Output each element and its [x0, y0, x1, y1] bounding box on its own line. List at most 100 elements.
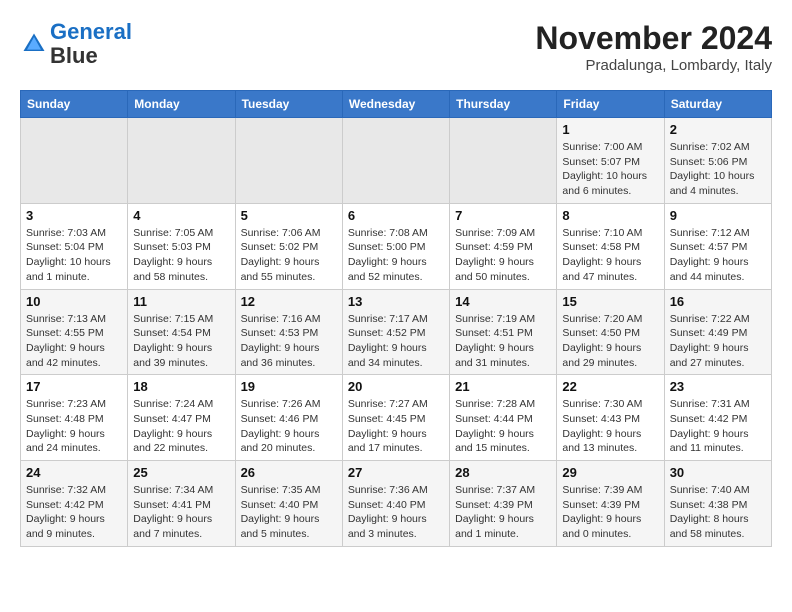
calendar-cell: 7 Sunrise: 7:09 AM Sunset: 4:59 PM Daylig…	[450, 203, 557, 289]
day-info: Sunrise: 7:08 AM Sunset: 5:00 PM Dayligh…	[348, 226, 444, 285]
weekday-header-thursday: Thursday	[450, 91, 557, 118]
calendar-cell: 22Sunrise: 7:30 AM Sunset: 4:43 PM Dayli…	[557, 375, 664, 461]
day-number: 2	[670, 122, 766, 137]
day-info: Sunrise: 7:26 AM Sunset: 4:46 PM Dayligh…	[241, 397, 337, 456]
day-info: Sunrise: 7:15 AM Sunset: 4:54 PM Dayligh…	[133, 312, 229, 371]
location-subtitle: Pradalunga, Lombardy, Italy	[535, 57, 772, 74]
day-info: Sunrise: 7:36 AM Sunset: 4:40 PM Dayligh…	[348, 483, 444, 542]
calendar-cell: 19Sunrise: 7:26 AM Sunset: 4:46 PM Dayli…	[235, 375, 342, 461]
calendar-cell	[235, 118, 342, 204]
day-info: Sunrise: 7:22 AM Sunset: 4:49 PM Dayligh…	[670, 312, 766, 371]
calendar-cell: 10 Sunrise: 7:13 AM Sunset: 4:55 PM Dayli…	[21, 289, 128, 375]
calendar-cell: 28 Sunrise: 7:37 AM Sunset: 4:39 PM Dayli…	[450, 461, 557, 547]
day-number: 17	[26, 379, 122, 394]
day-number: 29	[562, 465, 658, 480]
logo-text: GeneralBlue	[50, 20, 132, 68]
calendar-cell: 26 Sunrise: 7:35 AM Sunset: 4:40 PM Dayli…	[235, 461, 342, 547]
calendar-cell: 12Sunrise: 7:16 AM Sunset: 4:53 PM Dayli…	[235, 289, 342, 375]
weekday-header-tuesday: Tuesday	[235, 91, 342, 118]
calendar-cell: 18 Sunrise: 7:24 AM Sunset: 4:47 PM Dayli…	[128, 375, 235, 461]
day-number: 18	[133, 379, 229, 394]
day-info: Sunrise: 7:00 AM Sunset: 5:07 PM Dayligh…	[562, 140, 658, 199]
day-number: 14	[455, 294, 551, 309]
logo: GeneralBlue	[20, 20, 132, 68]
calendar-cell: 9 Sunrise: 7:12 AM Sunset: 4:57 PM Daylig…	[664, 203, 771, 289]
day-number: 26	[241, 465, 337, 480]
calendar-cell: 3 Sunrise: 7:03 AM Sunset: 5:04 PM Daylig…	[21, 203, 128, 289]
calendar-week-5: 24Sunrise: 7:32 AM Sunset: 4:42 PM Dayli…	[21, 461, 772, 547]
day-number: 7	[455, 208, 551, 223]
calendar-cell	[128, 118, 235, 204]
calendar-cell: 11 Sunrise: 7:15 AM Sunset: 4:54 PM Dayli…	[128, 289, 235, 375]
weekday-header-saturday: Saturday	[664, 91, 771, 118]
calendar-cell: 8 Sunrise: 7:10 AM Sunset: 4:58 PM Daylig…	[557, 203, 664, 289]
logo-icon	[20, 30, 48, 58]
calendar-cell: 6 Sunrise: 7:08 AM Sunset: 5:00 PM Daylig…	[342, 203, 449, 289]
day-number: 10	[26, 294, 122, 309]
day-info: Sunrise: 7:34 AM Sunset: 4:41 PM Dayligh…	[133, 483, 229, 542]
calendar-cell: 13 Sunrise: 7:17 AM Sunset: 4:52 PM Dayli…	[342, 289, 449, 375]
day-number: 16	[670, 294, 766, 309]
day-number: 5	[241, 208, 337, 223]
calendar-cell: 17 Sunrise: 7:23 AM Sunset: 4:48 PM Dayli…	[21, 375, 128, 461]
day-info: Sunrise: 7:03 AM Sunset: 5:04 PM Dayligh…	[26, 226, 122, 285]
calendar-cell: 4 Sunrise: 7:05 AM Sunset: 5:03 PM Daylig…	[128, 203, 235, 289]
calendar-cell: 24Sunrise: 7:32 AM Sunset: 4:42 PM Dayli…	[21, 461, 128, 547]
calendar-cell: 1 Sunrise: 7:00 AM Sunset: 5:07 PM Daylig…	[557, 118, 664, 204]
weekday-header-monday: Monday	[128, 91, 235, 118]
day-info: Sunrise: 7:09 AM Sunset: 4:59 PM Dayligh…	[455, 226, 551, 285]
day-number: 6	[348, 208, 444, 223]
day-number: 13	[348, 294, 444, 309]
calendar-cell: 27 Sunrise: 7:36 AM Sunset: 4:40 PM Dayli…	[342, 461, 449, 547]
calendar-cell: 23Sunrise: 7:31 AM Sunset: 4:42 PM Dayli…	[664, 375, 771, 461]
day-info: Sunrise: 7:02 AM Sunset: 5:06 PM Dayligh…	[670, 140, 766, 199]
day-number: 4	[133, 208, 229, 223]
calendar-cell: 15Sunrise: 7:20 AM Sunset: 4:50 PM Dayli…	[557, 289, 664, 375]
day-info: Sunrise: 7:13 AM Sunset: 4:55 PM Dayligh…	[26, 312, 122, 371]
calendar-cell: 29 Sunrise: 7:39 AM Sunset: 4:39 PM Dayli…	[557, 461, 664, 547]
page-header: GeneralBlue November 2024 Pradalunga, Lo…	[20, 20, 772, 74]
day-info: Sunrise: 7:23 AM Sunset: 4:48 PM Dayligh…	[26, 397, 122, 456]
day-number: 9	[670, 208, 766, 223]
day-number: 27	[348, 465, 444, 480]
calendar-cell: 20 Sunrise: 7:27 AM Sunset: 4:45 PM Dayli…	[342, 375, 449, 461]
day-info: Sunrise: 7:05 AM Sunset: 5:03 PM Dayligh…	[133, 226, 229, 285]
day-info: Sunrise: 7:24 AM Sunset: 4:47 PM Dayligh…	[133, 397, 229, 456]
calendar-cell	[342, 118, 449, 204]
calendar-cell	[450, 118, 557, 204]
calendar-week-1: 1 Sunrise: 7:00 AM Sunset: 5:07 PM Daylig…	[21, 118, 772, 204]
day-number: 22	[562, 379, 658, 394]
day-number: 21	[455, 379, 551, 394]
calendar-week-4: 17 Sunrise: 7:23 AM Sunset: 4:48 PM Dayli…	[21, 375, 772, 461]
calendar-cell: 14 Sunrise: 7:19 AM Sunset: 4:51 PM Dayli…	[450, 289, 557, 375]
day-info: Sunrise: 7:39 AM Sunset: 4:39 PM Dayligh…	[562, 483, 658, 542]
calendar-week-3: 10 Sunrise: 7:13 AM Sunset: 4:55 PM Dayli…	[21, 289, 772, 375]
day-number: 11	[133, 294, 229, 309]
day-number: 3	[26, 208, 122, 223]
calendar-cell: 21 Sunrise: 7:28 AM Sunset: 4:44 PM Dayli…	[450, 375, 557, 461]
day-info: Sunrise: 7:06 AM Sunset: 5:02 PM Dayligh…	[241, 226, 337, 285]
day-info: Sunrise: 7:35 AM Sunset: 4:40 PM Dayligh…	[241, 483, 337, 542]
day-info: Sunrise: 7:19 AM Sunset: 4:51 PM Dayligh…	[455, 312, 551, 371]
day-number: 1	[562, 122, 658, 137]
calendar-cell: 25 Sunrise: 7:34 AM Sunset: 4:41 PM Dayli…	[128, 461, 235, 547]
day-info: Sunrise: 7:27 AM Sunset: 4:45 PM Dayligh…	[348, 397, 444, 456]
day-number: 20	[348, 379, 444, 394]
calendar-cell: 2 Sunrise: 7:02 AM Sunset: 5:06 PM Daylig…	[664, 118, 771, 204]
day-info: Sunrise: 7:28 AM Sunset: 4:44 PM Dayligh…	[455, 397, 551, 456]
day-number: 25	[133, 465, 229, 480]
calendar-cell	[21, 118, 128, 204]
day-info: Sunrise: 7:32 AM Sunset: 4:42 PM Dayligh…	[26, 483, 122, 542]
day-number: 15	[562, 294, 658, 309]
day-info: Sunrise: 7:17 AM Sunset: 4:52 PM Dayligh…	[348, 312, 444, 371]
day-info: Sunrise: 7:37 AM Sunset: 4:39 PM Dayligh…	[455, 483, 551, 542]
calendar-cell: 30Sunrise: 7:40 AM Sunset: 4:38 PM Dayli…	[664, 461, 771, 547]
day-info: Sunrise: 7:31 AM Sunset: 4:42 PM Dayligh…	[670, 397, 766, 456]
day-number: 8	[562, 208, 658, 223]
day-info: Sunrise: 7:12 AM Sunset: 4:57 PM Dayligh…	[670, 226, 766, 285]
title-block: November 2024 Pradalunga, Lombardy, Ital…	[535, 20, 772, 74]
day-number: 28	[455, 465, 551, 480]
calendar-table: SundayMondayTuesdayWednesdayThursdayFrid…	[20, 90, 772, 547]
day-info: Sunrise: 7:10 AM Sunset: 4:58 PM Dayligh…	[562, 226, 658, 285]
weekday-header-sunday: Sunday	[21, 91, 128, 118]
